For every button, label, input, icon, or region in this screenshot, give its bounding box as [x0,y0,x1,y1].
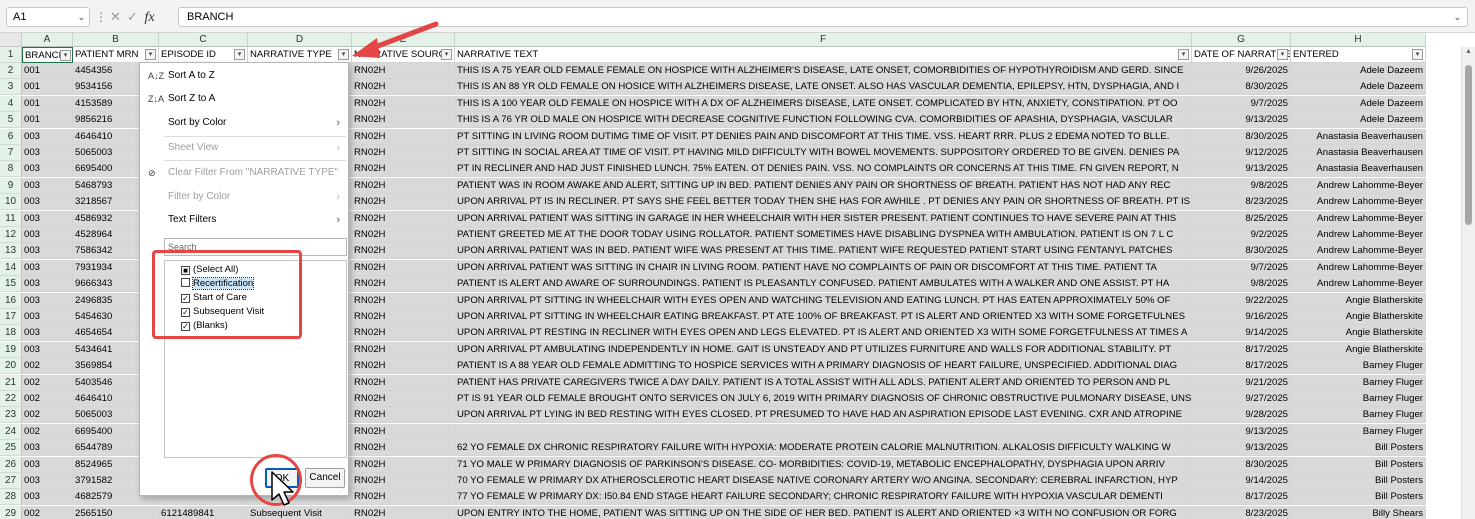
mouse-cursor-icon [271,471,294,506]
